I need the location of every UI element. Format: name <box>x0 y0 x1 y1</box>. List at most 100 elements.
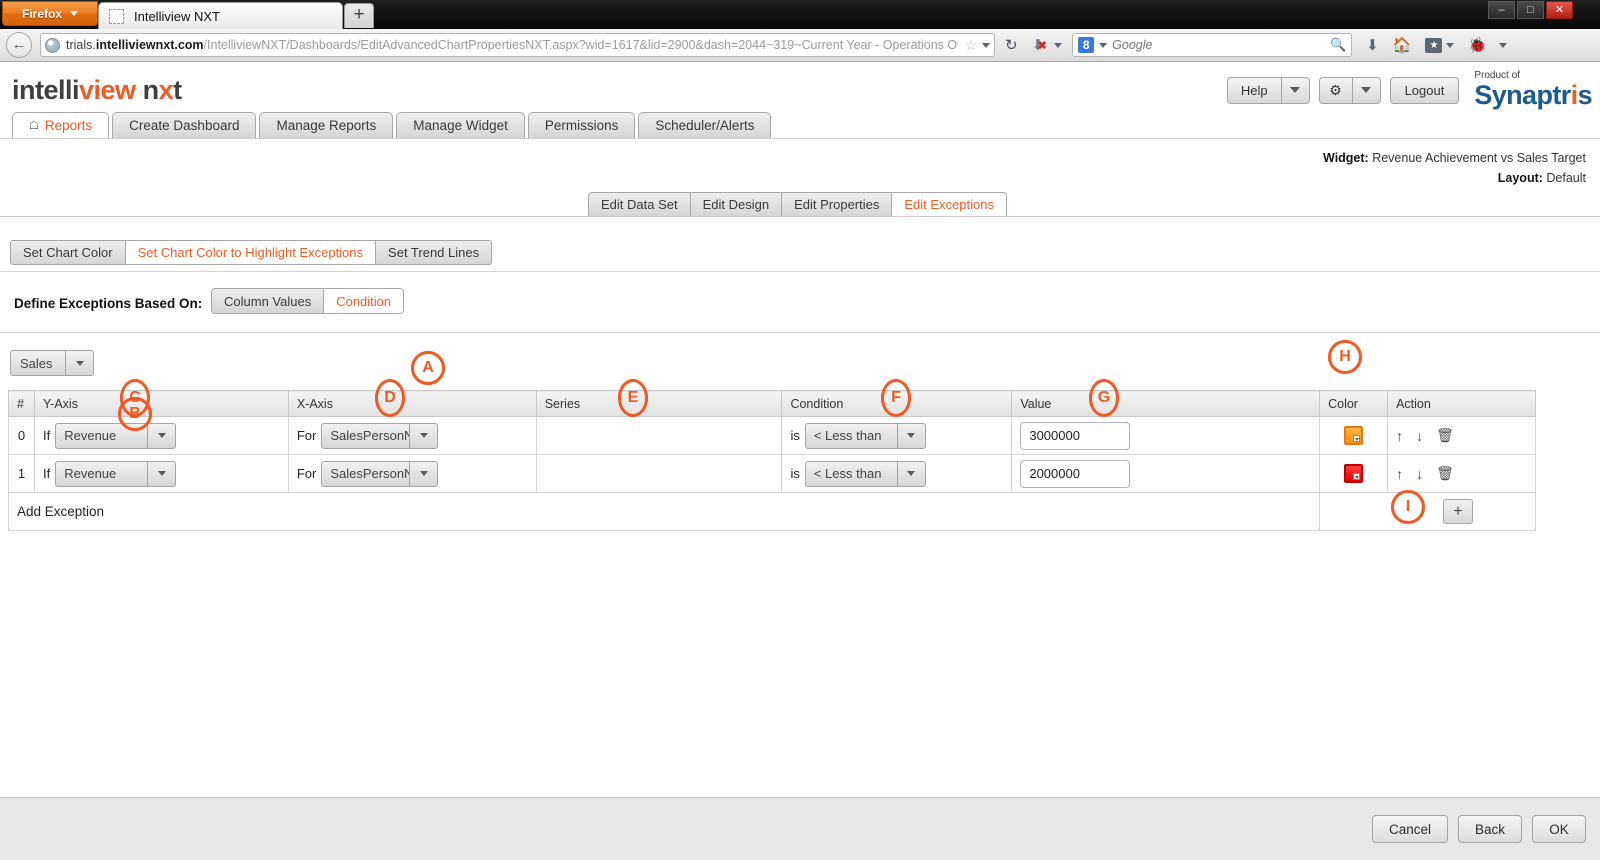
tab-set-chart-color[interactable]: Set Chart Color <box>10 240 126 265</box>
nav-tab-scheduler-alerts[interactable]: Scheduler/Alerts <box>638 112 771 139</box>
color-swatch-button[interactable] <box>1344 464 1363 483</box>
help-button[interactable]: Help <box>1227 77 1310 104</box>
nav-tab-create-dashboard[interactable]: Create Dashboard <box>112 112 256 139</box>
color-swatch-button[interactable] <box>1344 426 1363 445</box>
search-icon[interactable]: 🔍 <box>1330 37 1346 53</box>
settings-button[interactable]: ⚙ <box>1319 77 1381 104</box>
annotation-circle-a: A <box>411 351 445 385</box>
table-header-row: # Y-Axis X-Axis Series Condition Value C… <box>9 391 1536 417</box>
tab-edit-data-set[interactable]: Edit Data Set <box>588 192 691 217</box>
back-button[interactable]: ← <box>6 32 32 58</box>
row-y-axis-cell: If Revenue <box>34 455 288 493</box>
value-input[interactable] <box>1020 422 1130 450</box>
nav-tab-reports[interactable]: ☖ Reports <box>12 112 109 139</box>
tab-set-chart-color-highlight-exceptions[interactable]: Set Chart Color to Highlight Exceptions <box>126 240 376 265</box>
toggle-column-values[interactable]: Column Values <box>212 289 324 313</box>
delete-icon[interactable]: 🗑 <box>1436 427 1454 444</box>
condition-dropdown[interactable]: < Less than <box>805 423 926 449</box>
synaptris-brand-name: Synaptris <box>1474 80 1592 110</box>
delete-icon[interactable]: 🗑 <box>1436 465 1454 482</box>
edit-tab-divider <box>0 216 1600 217</box>
browser-tab-title: Intelliview NXT <box>134 9 220 24</box>
back-button[interactable]: Back <box>1458 815 1522 843</box>
move-down-icon[interactable]: ↓ <box>1416 466 1423 482</box>
search-input[interactable]: Google <box>1112 38 1325 52</box>
browser-navbar: ← trials.intelliviewnxt.com/IntelliviewN… <box>0 29 1600 62</box>
window-close-button[interactable]: ✕ <box>1546 1 1573 19</box>
nav-tab-permissions[interactable]: Permissions <box>528 112 636 139</box>
search-bar[interactable]: 8 Google 🔍 <box>1072 33 1352 57</box>
firefox-menu-button[interactable]: Firefox <box>2 1 98 26</box>
ok-button[interactable]: OK <box>1532 815 1586 843</box>
nav-tab-label: Permissions <box>545 118 619 133</box>
chevron-down-icon <box>158 433 166 438</box>
y-axis-dropdown[interactable]: Revenue <box>55 461 176 487</box>
bookmark-star-icon[interactable]: ☆ <box>964 37 977 54</box>
synaptris-logo: Product of Synaptris <box>1474 71 1592 109</box>
x-axis-dropdown[interactable]: SalesPersonN <box>321 461 438 487</box>
dataset-dropdown-arrow[interactable] <box>66 350 94 376</box>
intelliview-logo: intelliview nxt <box>12 75 182 106</box>
new-tab-button[interactable]: + <box>344 3 374 28</box>
add-exception-row: Add Exception + <box>9 493 1536 531</box>
chevron-down-icon <box>1353 473 1360 480</box>
table-row: 1 If Revenue For SalesPersonN <box>9 455 1536 493</box>
x-axis-dropdown[interactable]: SalesPersonN <box>321 423 438 449</box>
move-up-icon[interactable]: ↑ <box>1396 428 1403 444</box>
dataset-dropdown[interactable]: Sales <box>10 350 94 376</box>
for-label: For <box>297 466 317 481</box>
downloads-icon[interactable]: ⬇ <box>1366 36 1379 54</box>
x-axis-dropdown-arrow[interactable] <box>410 424 437 448</box>
window-maximize-button[interactable]: □ <box>1517 1 1544 19</box>
value-input[interactable] <box>1020 460 1130 488</box>
move-up-icon[interactable]: ↑ <box>1396 466 1403 482</box>
tab-edit-design[interactable]: Edit Design <box>691 192 782 217</box>
column-header-action: Action <box>1388 391 1536 417</box>
application-page: intelliview nxt Help ⚙ Logout Product of… <box>0 62 1600 860</box>
help-dropdown-arrow[interactable] <box>1282 77 1310 104</box>
url-bar[interactable]: trials.intelliviewnxt.com/IntelliviewNXT… <box>40 33 995 57</box>
home-icon[interactable]: 🏠 <box>1393 36 1412 54</box>
row-x-axis-cell: For SalesPersonN <box>288 417 536 455</box>
browser-tab[interactable]: Intelliview NXT <box>98 2 343 29</box>
bookmarks-icon[interactable]: ★ <box>1425 38 1442 53</box>
condition-dropdown-arrow[interactable] <box>898 462 925 486</box>
nav-tab-label: Scheduler/Alerts <box>655 118 754 133</box>
toggle-condition[interactable]: Condition <box>324 289 403 313</box>
reload-icon[interactable]: ↻ <box>1005 36 1018 54</box>
x-axis-value: SalesPersonN <box>322 424 410 448</box>
logo-part-n: n <box>143 75 159 105</box>
window-minimize-button[interactable]: – <box>1488 1 1515 19</box>
chevron-down-icon[interactable] <box>1446 43 1454 48</box>
y-axis-dropdown[interactable]: Revenue <box>55 423 176 449</box>
add-exception-label: Add Exception <box>17 504 104 519</box>
condition-dropdown[interactable]: < Less than <box>805 461 926 487</box>
extension-icon[interactable]: 🐞 <box>1468 36 1487 54</box>
y-axis-dropdown-arrow[interactable] <box>148 424 175 448</box>
tab-edit-properties[interactable]: Edit Properties <box>782 192 892 217</box>
add-exception-button[interactable]: + <box>1443 499 1473 524</box>
chevron-down-icon[interactable] <box>1099 43 1107 48</box>
chevron-down-icon[interactable] <box>1054 43 1062 48</box>
tab-set-trend-lines[interactable]: Set Trend Lines <box>376 240 492 265</box>
header-actions: Help ⚙ Logout Product of Synaptris <box>1227 71 1592 109</box>
settings-dropdown-arrow[interactable] <box>1353 77 1381 104</box>
chevron-down-icon <box>907 471 915 476</box>
nav-tab-manage-reports[interactable]: Manage Reports <box>259 112 393 139</box>
move-down-icon[interactable]: ↓ <box>1416 428 1423 444</box>
download-blocked-icon[interactable]: ⬇✖ <box>1032 36 1045 54</box>
x-axis-dropdown-arrow[interactable] <box>410 462 437 486</box>
condition-dropdown-arrow[interactable] <box>898 424 925 448</box>
chevron-down-icon <box>1361 87 1371 93</box>
column-header-series: Series <box>536 391 782 417</box>
nav-tab-manage-widget[interactable]: Manage Widget <box>396 112 525 139</box>
chevron-down-icon[interactable] <box>982 43 990 48</box>
logout-button[interactable]: Logout <box>1390 77 1460 104</box>
y-axis-dropdown-arrow[interactable] <box>148 462 175 486</box>
widget-meta-line: Widget: Revenue Achievement vs Sales Tar… <box>1323 148 1586 168</box>
browser-tabstrip: Firefox Intelliview NXT + – □ ✕ <box>0 0 1600 29</box>
chevron-down-icon[interactable] <box>1499 43 1507 48</box>
tab-edit-exceptions[interactable]: Edit Exceptions <box>892 192 1007 217</box>
google-icon: 8 <box>1078 37 1094 53</box>
cancel-button[interactable]: Cancel <box>1372 815 1448 843</box>
